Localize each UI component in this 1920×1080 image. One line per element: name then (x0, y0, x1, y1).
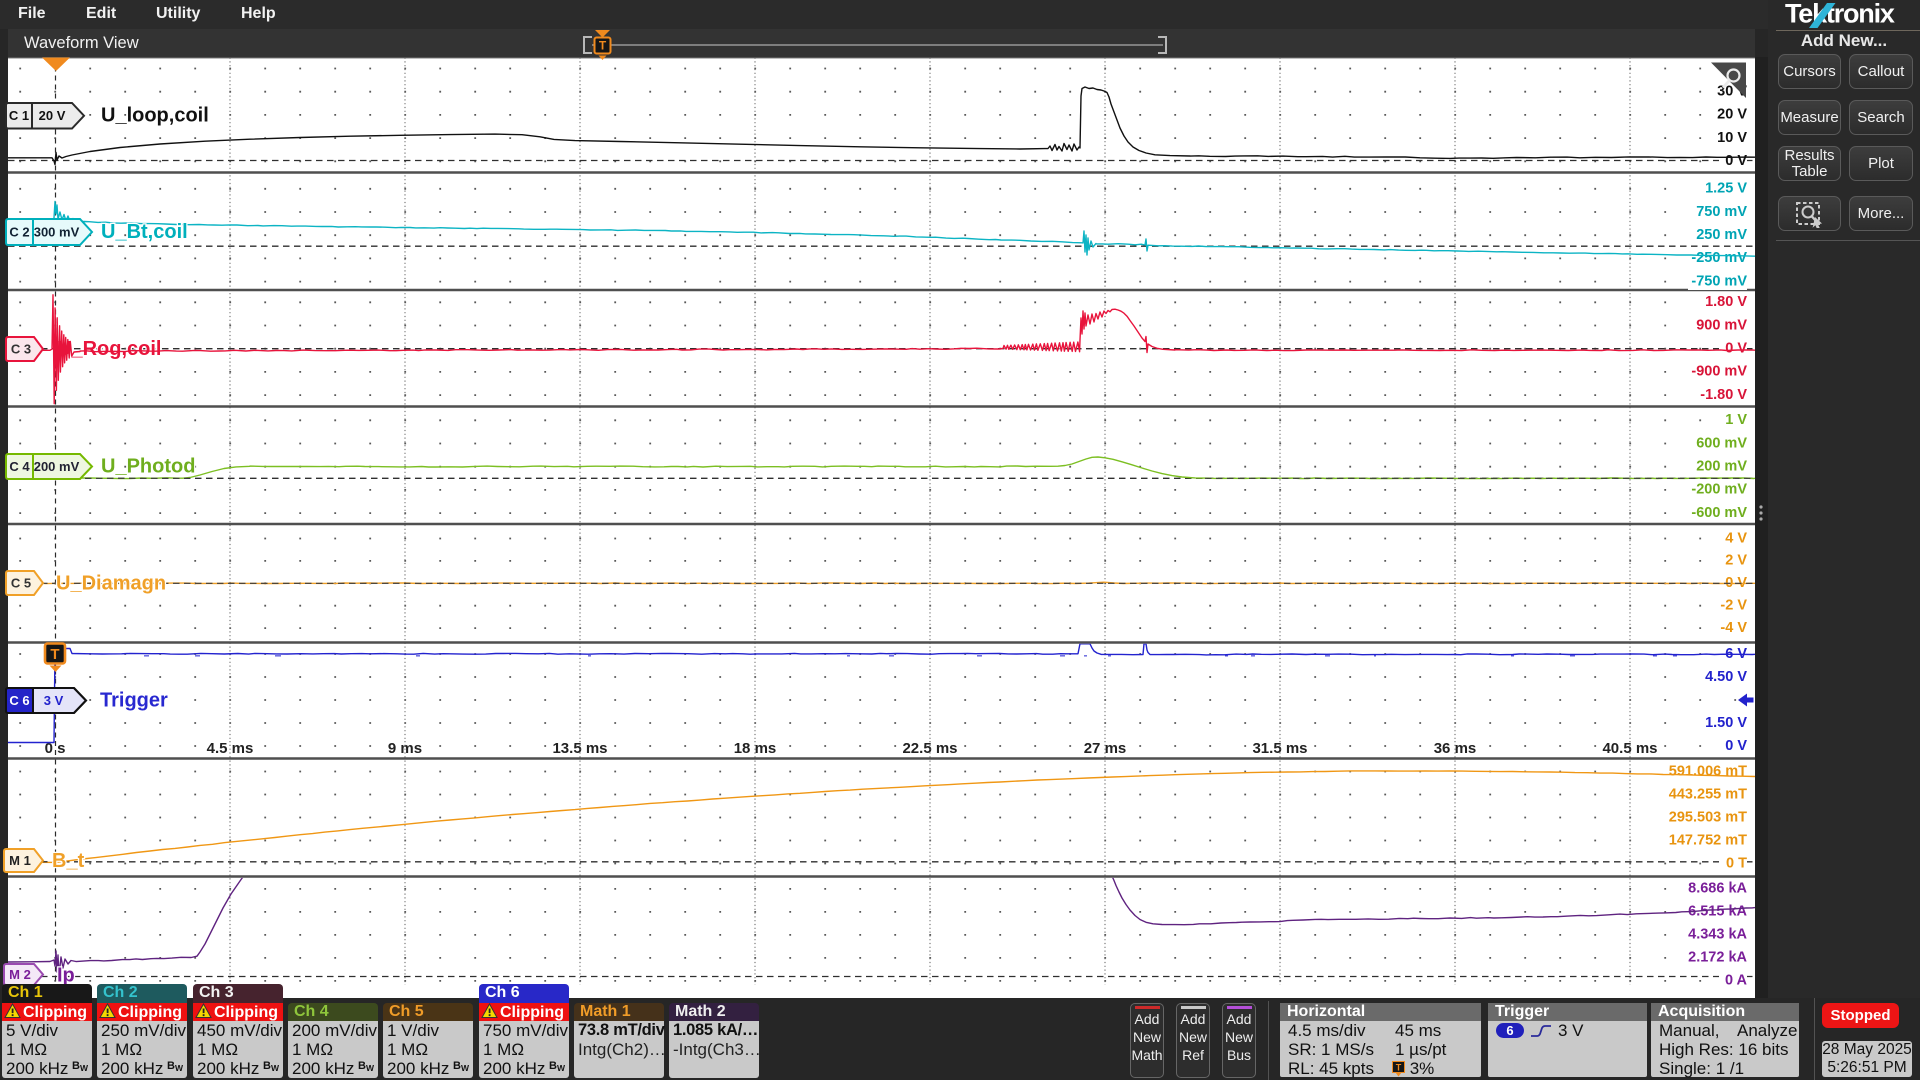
svg-text:U_Photod: U_Photod (101, 455, 195, 477)
svg-text:750 mV: 750 mV (1696, 204, 1747, 220)
svg-text:1 V: 1 V (1725, 412, 1747, 428)
svg-text:-250 mV: -250 mV (1691, 250, 1747, 266)
svg-text:U_Diamagn: U_Diamagn (56, 572, 166, 594)
svg-text:4 V: 4 V (1725, 530, 1747, 546)
svg-text:31.5 ms: 31.5 ms (1252, 740, 1307, 757)
svg-text:B_t: B_t (52, 850, 85, 872)
svg-text:-4 V: -4 V (1720, 620, 1747, 636)
svg-text:-1.80 V: -1.80 V (1700, 387, 1747, 403)
svg-text:T: T (50, 646, 59, 663)
svg-text:36 ms: 36 ms (1434, 740, 1477, 757)
svg-text:-900 mV: -900 mV (1691, 364, 1747, 380)
svg-text:C 4: C 4 (9, 459, 30, 474)
svg-text:C 2: C 2 (9, 224, 29, 239)
svg-text:U_Bt,coil: U_Bt,coil (101, 221, 188, 243)
svg-text:10 V: 10 V (1717, 130, 1747, 146)
svg-text:443.255 mT: 443.255 mT (1669, 786, 1747, 802)
svg-text:22.5 ms: 22.5 ms (902, 740, 957, 757)
svg-text:40.5 ms: 40.5 ms (1602, 740, 1657, 757)
svg-text:0 T: 0 T (1726, 855, 1747, 871)
svg-text:147.752 mT: 147.752 mT (1669, 832, 1747, 848)
svg-text:27 ms: 27 ms (1084, 740, 1127, 757)
svg-text:0 A: 0 A (1725, 973, 1748, 989)
svg-text:295.503 mT: 295.503 mT (1669, 809, 1747, 825)
svg-text:9 ms: 9 ms (388, 740, 422, 757)
svg-text:U_loop,coil: U_loop,coil (101, 104, 209, 126)
svg-text:1.80 V: 1.80 V (1705, 294, 1747, 310)
svg-text:20 V: 20 V (1717, 107, 1747, 123)
svg-text:18 ms: 18 ms (734, 740, 777, 757)
svg-text:T: T (599, 39, 607, 53)
svg-text:C 5: C 5 (11, 575, 31, 590)
svg-text:8.686 kA: 8.686 kA (1688, 881, 1747, 897)
svg-text:2.172 kA: 2.172 kA (1688, 950, 1747, 966)
svg-text:-750 mV: -750 mV (1691, 273, 1747, 289)
svg-text:T: T (1396, 1063, 1402, 1073)
svg-text:-2 V: -2 V (1720, 598, 1747, 614)
svg-text:3 V: 3 V (44, 693, 64, 708)
svg-text:4.50 V: 4.50 V (1705, 669, 1747, 685)
svg-text:1.25 V: 1.25 V (1705, 181, 1747, 197)
svg-text:1.50 V: 1.50 V (1705, 715, 1747, 731)
svg-text:C 3: C 3 (11, 341, 31, 356)
svg-text:C 6: C 6 (9, 693, 29, 708)
svg-text:591.006 mT: 591.006 mT (1669, 763, 1747, 779)
svg-text:2 V: 2 V (1725, 553, 1747, 569)
svg-text:0 V: 0 V (1725, 341, 1747, 357)
svg-text:4.5 ms: 4.5 ms (207, 740, 254, 757)
svg-text:0 V: 0 V (1725, 738, 1747, 754)
svg-text:200 mV: 200 mV (34, 459, 80, 474)
svg-text:600 mV: 600 mV (1696, 435, 1747, 451)
svg-text:U_Rog,coil: U_Rog,coil (57, 338, 161, 360)
svg-text:900 mV: 900 mV (1696, 317, 1747, 333)
svg-text:Trigger: Trigger (100, 689, 168, 711)
svg-text:20 V: 20 V (39, 108, 66, 123)
svg-text:300 mV: 300 mV (34, 224, 80, 239)
svg-text:Ip: Ip (57, 964, 75, 986)
svg-text:4.343 kA: 4.343 kA (1688, 927, 1747, 943)
svg-text:-200 mV: -200 mV (1691, 482, 1747, 498)
svg-text:M 1: M 1 (9, 853, 31, 868)
svg-text:M 2: M 2 (9, 967, 31, 982)
svg-text:-600 mV: -600 mV (1691, 505, 1747, 521)
svg-text:Tektronix: Tektronix (1785, 0, 1895, 29)
svg-text:250 mV: 250 mV (1696, 227, 1747, 243)
svg-text:C 1: C 1 (9, 108, 29, 123)
svg-text:200 mV: 200 mV (1696, 459, 1747, 475)
svg-text:0 V: 0 V (1725, 153, 1747, 169)
svg-text:13.5 ms: 13.5 ms (552, 740, 607, 757)
